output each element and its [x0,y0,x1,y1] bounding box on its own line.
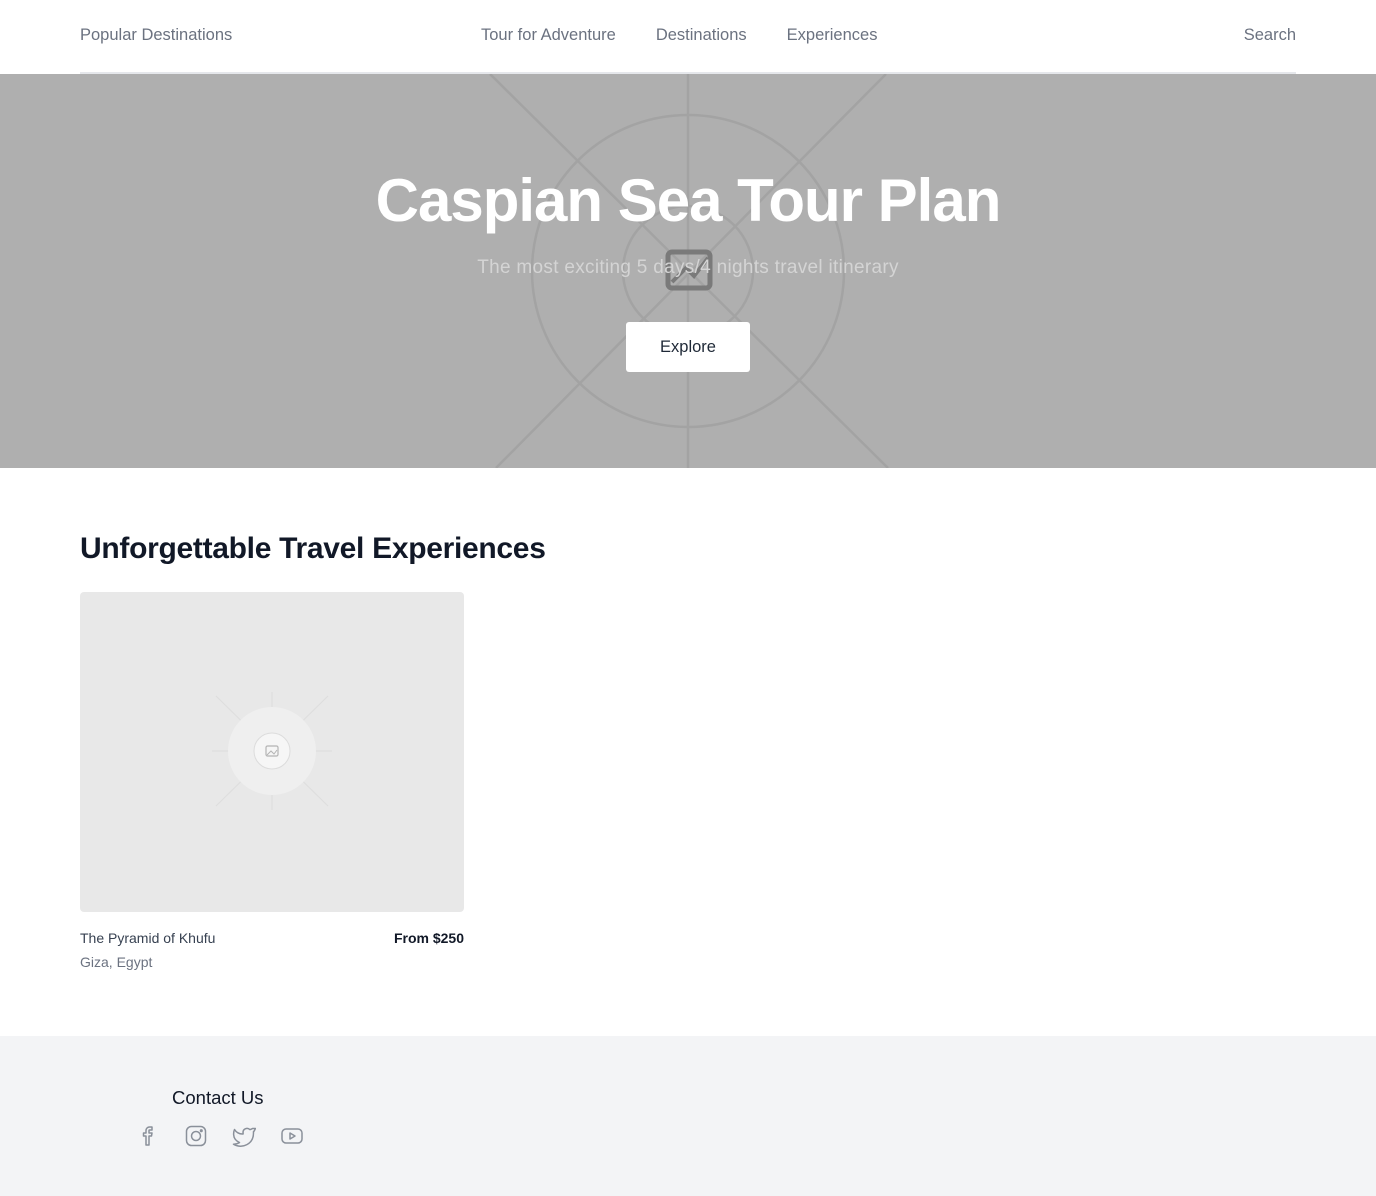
section-title: Unforgettable Travel Experiences [80,532,546,565]
experience-card[interactable]: The Pyramid of Khufu From $250 Giza, Egy… [80,592,464,970]
hero-banner: Caspian Sea Tour Plan The most exciting … [0,74,1376,468]
hero-title: Caspian Sea Tour Plan [375,167,1002,234]
nav-link-destinations[interactable]: Destinations [656,26,747,45]
explore-button[interactable]: Explore [626,322,750,372]
card-location: Giza, Egypt [80,954,153,970]
top-navigation: Popular Destinations Tour for Adventure … [0,0,1376,74]
youtube-icon[interactable] [278,1122,306,1150]
nav-link-experiences[interactable]: Experiences [787,26,878,45]
instagram-icon[interactable] [182,1122,210,1150]
footer: Contact Us [0,1036,1376,1196]
nav-search-link[interactable]: Search [1244,26,1296,45]
card-title[interactable]: The Pyramid of Khufu [80,930,215,946]
main-nav: Tour for Adventure Destinations Experien… [481,26,877,45]
twitter-icon[interactable] [230,1122,258,1150]
card-price: From $250 [393,930,464,946]
hero-subtitle: The most exciting 5 days/4 nights travel… [477,257,899,278]
nav-link-tour-for-adventure[interactable]: Tour for Adventure [481,26,616,45]
facebook-icon[interactable] [134,1122,162,1150]
footer-contact-title: Contact Us [172,1087,264,1108]
card-image[interactable] [80,592,464,912]
image-placeholder-icon [212,692,332,810]
nav-brand-link[interactable]: Popular Destinations [80,26,232,45]
